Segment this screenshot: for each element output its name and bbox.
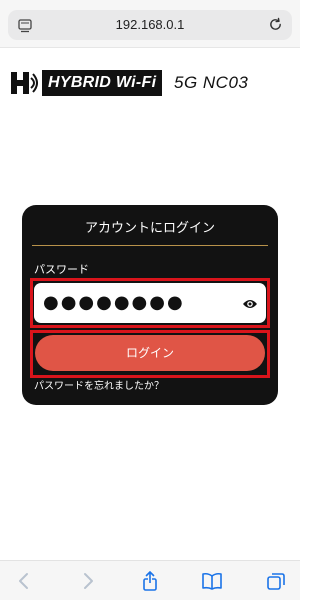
- password-label: パスワード: [34, 263, 89, 276]
- login-button[interactable]: ログイン: [35, 335, 265, 371]
- product-name: HYBRID Wi-Fi: [42, 70, 163, 96]
- browser-toolbar: [0, 560, 300, 600]
- browser-address-bar-area: 192.168.0.1: [0, 0, 300, 48]
- brand-header: HYBRID Wi-Fi 5G NC03: [8, 66, 292, 100]
- title-divider: [32, 245, 268, 246]
- model-name: 5G NC03: [174, 73, 249, 92]
- back-icon[interactable]: [14, 571, 34, 591]
- forward-icon[interactable]: [78, 571, 98, 591]
- reload-icon[interactable]: [268, 17, 283, 32]
- password-value: ●●●●●●●●: [43, 292, 185, 313]
- tabs-icon[interactable]: [266, 571, 286, 591]
- login-title: アカウントにログイン: [84, 221, 215, 236]
- password-input[interactable]: ●●●●●●●●: [34, 283, 266, 323]
- share-icon[interactable]: [140, 570, 160, 591]
- forgot-password-link[interactable]: パスワードを忘れましたか？: [34, 377, 164, 392]
- hybrid-logo-icon: [8, 69, 38, 97]
- bookmarks-icon[interactable]: [202, 571, 222, 591]
- login-card: アカウントにログイン パスワード ●●●●●●●● ログイン パスワードを忘れま…: [22, 205, 278, 405]
- url-text[interactable]: 192.168.0.1: [8, 10, 292, 40]
- eye-icon[interactable]: [242, 296, 258, 310]
- address-bar[interactable]: 192.168.0.1: [8, 10, 292, 40]
